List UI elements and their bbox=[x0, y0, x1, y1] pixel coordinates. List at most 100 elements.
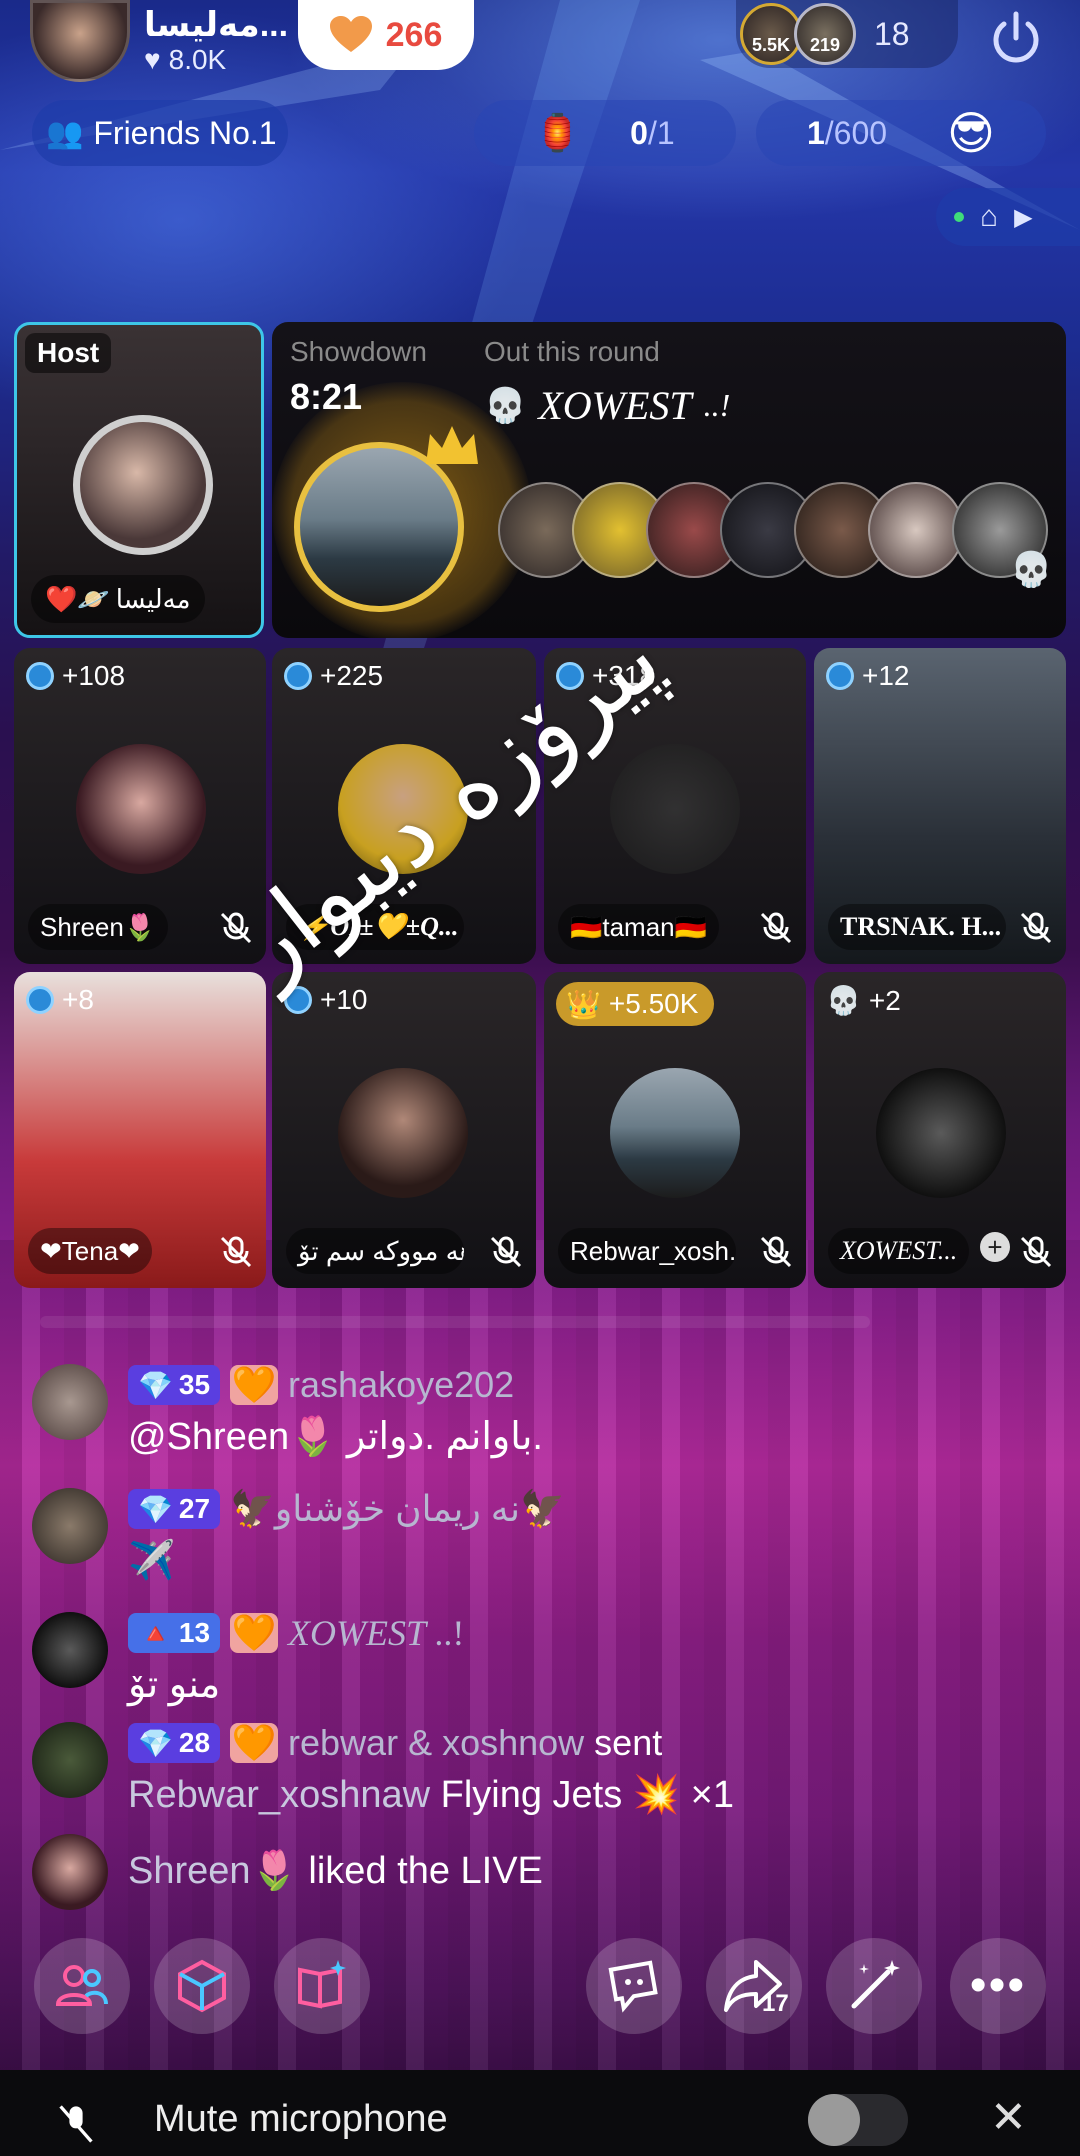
level-badge: 💎 35 bbox=[128, 1365, 221, 1405]
diamond-badge-icon bbox=[284, 662, 312, 690]
diamond-icon: 💎 bbox=[138, 1369, 173, 1401]
chat-avatar[interactable] bbox=[32, 1612, 108, 1688]
skull-badge-icon: 💀 bbox=[826, 985, 861, 1016]
seat-5[interactable]: +8 ❤Tena❤ bbox=[14, 972, 266, 1288]
friends-icon: 👥 bbox=[46, 116, 84, 150]
chat-text: ✈️ bbox=[128, 1540, 176, 1582]
gift-text: Flying Jets 💥 ×1 bbox=[440, 1774, 734, 1816]
like-button[interactable]: 266 bbox=[298, 0, 474, 70]
out-user-name: 💀 XOWEST ..! bbox=[484, 383, 731, 428]
host-seat-avatar[interactable] bbox=[73, 415, 213, 555]
mute-microphone-toast[interactable]: Mute microphone ✕ bbox=[0, 2070, 1080, 2156]
beauty-button[interactable] bbox=[826, 1938, 922, 2034]
games-button[interactable] bbox=[154, 1938, 250, 2034]
level-badge: 💎 27 bbox=[128, 1489, 221, 1529]
level-badge: 🔺 13 bbox=[128, 1613, 221, 1653]
triangle-icon: 🔺 bbox=[138, 1617, 173, 1649]
chat-bubble-icon bbox=[608, 1960, 658, 2013]
top-viewer-avatar[interactable]: 5.5K bbox=[740, 3, 802, 65]
lamp-gift-icon: 🏮 bbox=[535, 112, 581, 153]
more-dots-icon: ••• bbox=[969, 1959, 1027, 2012]
power-exit-icon[interactable] bbox=[984, 6, 1048, 70]
chat-text: @Shreen🌷 باوانم .دواتر. bbox=[128, 1416, 543, 1458]
gift-recipient[interactable]: Rebwar_xoshnaw bbox=[128, 1774, 430, 1816]
seat-name: 🇩🇪taman🇩🇪 bbox=[558, 904, 720, 950]
seat-6[interactable]: +10 هه مووکه سم تۆ... bbox=[272, 972, 536, 1288]
top-gifter-badge: 👑 +5.50K bbox=[556, 982, 715, 1026]
host-seat[interactable]: Host ❤️🪐 مەلیسا bbox=[14, 322, 264, 638]
effects-button[interactable] bbox=[274, 1938, 370, 2034]
chat-text: liked the LIVE bbox=[308, 1850, 543, 1892]
heart-icon: ♥ bbox=[144, 44, 161, 75]
guests-button[interactable] bbox=[34, 1938, 130, 2034]
second-viewer-avatar[interactable]: 219 bbox=[794, 3, 856, 65]
more-button[interactable]: ••• bbox=[950, 1938, 1046, 2034]
viewer-list[interactable]: 5.5K 219 18 bbox=[736, 0, 958, 68]
chat-username[interactable]: rebwar & xoshnow bbox=[288, 1722, 584, 1764]
gift-goal-2[interactable]: 1/600 😎 bbox=[756, 100, 1046, 166]
seat-avatar[interactable] bbox=[610, 1068, 740, 1198]
chat-avatar[interactable] bbox=[32, 1488, 108, 1564]
book-sparkle-icon bbox=[298, 1960, 346, 2009]
host-likes: ♥ 8.0K bbox=[144, 44, 227, 75]
diamond-badge-icon bbox=[26, 986, 54, 1014]
friends-rank-button[interactable]: 👥 Friends No.1 bbox=[32, 100, 288, 166]
seat-avatar-placeholder[interactable] bbox=[610, 744, 740, 874]
magic-wand-icon bbox=[851, 1960, 900, 2009]
mic-muted-icon bbox=[1020, 1236, 1052, 1268]
home-icon: ⌂ bbox=[980, 200, 999, 233]
seat-name: XOWEST... bbox=[828, 1228, 970, 1274]
out-this-round-label: Out this round bbox=[484, 336, 660, 367]
gift-verb: sent bbox=[594, 1722, 663, 1763]
gift-goal-1[interactable]: 🏮 0/1 bbox=[474, 100, 736, 166]
chat-text: منو تۆ bbox=[128, 1664, 221, 1706]
host-label: Host bbox=[25, 333, 112, 373]
cube-icon bbox=[178, 1959, 226, 2013]
room-home-pill[interactable]: ⌂ ▶ bbox=[936, 188, 1080, 246]
mute-toggle[interactable] bbox=[808, 2094, 908, 2146]
seat-8[interactable]: 💀 +2 XOWEST... + bbox=[814, 972, 1066, 1288]
mic-muted-icon bbox=[760, 1236, 792, 1268]
chat-username[interactable]: Shreen🌷 bbox=[128, 1850, 298, 1892]
diamond-badge-icon bbox=[826, 662, 854, 690]
seat-7[interactable]: 👑 +5.50K Rebwar_xosh... bbox=[544, 972, 806, 1288]
like-count: 266 bbox=[385, 15, 443, 54]
seat-4[interactable]: +12 TRSNAK. H... bbox=[814, 648, 1066, 964]
showdown-panel[interactable]: Showdown 8:21 Out this round 💀 XOWEST ..… bbox=[272, 322, 1066, 638]
host-avatar[interactable] bbox=[30, 0, 130, 82]
orange-heart-icon bbox=[329, 16, 372, 52]
online-dot bbox=[954, 212, 964, 222]
comment-button[interactable] bbox=[586, 1938, 682, 2034]
seat-name: TRSNAK. H... bbox=[828, 904, 1006, 950]
host-name: مەلیسا... bbox=[144, 6, 289, 44]
diamond-badge-icon bbox=[26, 662, 54, 690]
seat-avatar[interactable] bbox=[338, 1068, 468, 1198]
fan-heart-badge-icon: 🧡 bbox=[230, 1722, 279, 1763]
host-profile[interactable]: مەلیسا... ♥ 8.0K bbox=[30, 0, 288, 82]
share-button[interactable]: 17 bbox=[706, 1938, 802, 2034]
seat-avatar[interactable] bbox=[876, 1068, 1006, 1198]
red-heart-icon: ❤️🪐 bbox=[45, 583, 110, 614]
toast-text: Mute microphone bbox=[154, 2098, 448, 2140]
crown-icon bbox=[426, 426, 478, 464]
add-follow-icon[interactable]: + bbox=[980, 1232, 1010, 1262]
chat-avatar[interactable] bbox=[32, 1834, 108, 1910]
close-icon[interactable]: ✕ bbox=[990, 2092, 1027, 2143]
chat-username[interactable]: rashakoye202 bbox=[288, 1364, 514, 1406]
diamond-icon: 💎 bbox=[138, 1493, 173, 1525]
seat-avatar[interactable] bbox=[76, 744, 206, 874]
chat-avatar[interactable] bbox=[32, 1722, 108, 1798]
seat-name: ❤Tena❤ bbox=[28, 1228, 152, 1274]
mic-muted-icon bbox=[1020, 912, 1052, 944]
chat-avatar[interactable] bbox=[32, 1364, 108, 1440]
cool-emoji-icon: 😎 bbox=[947, 107, 996, 159]
level-badge: 💎 28 bbox=[128, 1723, 221, 1763]
chat-username[interactable]: XOWEST ..! bbox=[288, 1612, 464, 1654]
viewer-count: 18 bbox=[874, 15, 910, 52]
chat-username[interactable]: 🦅نه ریمان خۆشناو🦅 bbox=[230, 1488, 565, 1530]
contestant-avatar[interactable] bbox=[868, 482, 964, 578]
seat-name: هه مووکه سم تۆ... bbox=[286, 1228, 464, 1274]
mic-muted-icon bbox=[760, 912, 792, 944]
chevron-right-icon: ▶ bbox=[1014, 203, 1033, 231]
share-count: 17 bbox=[762, 1990, 789, 2017]
